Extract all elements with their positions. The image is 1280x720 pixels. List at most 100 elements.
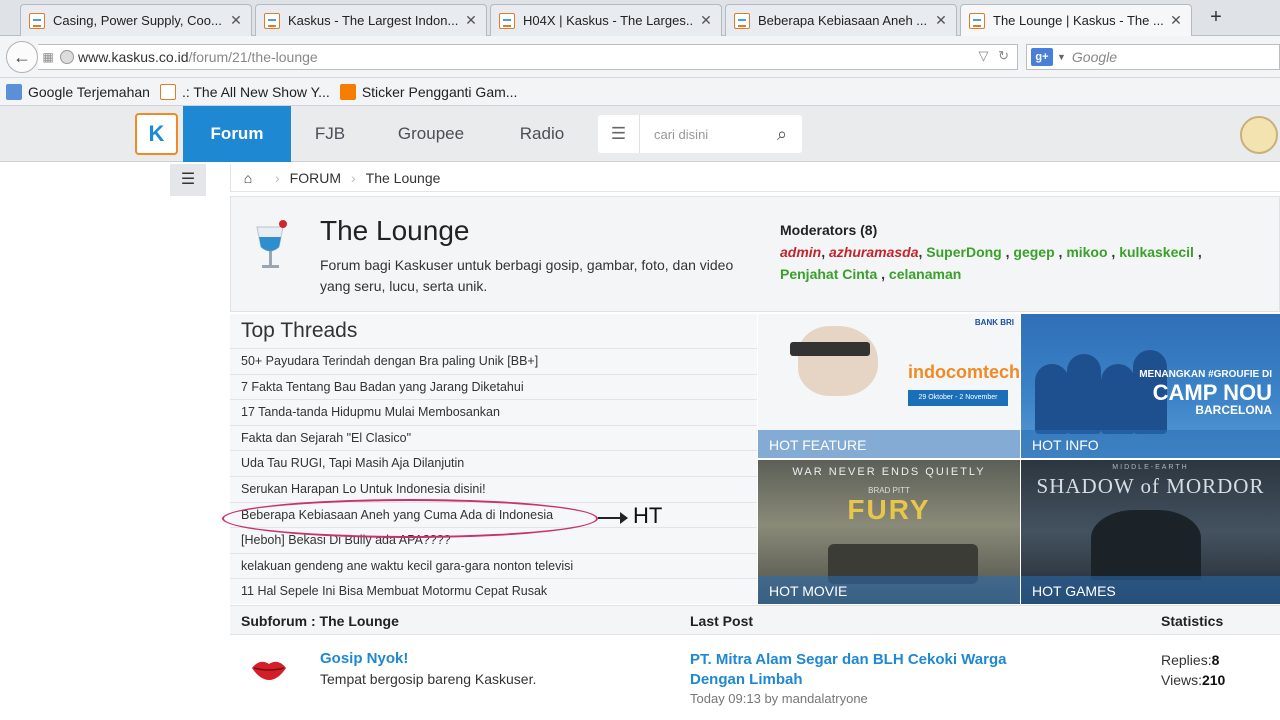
tab-title: The Lounge | Kaskus - The ...	[993, 13, 1163, 28]
dropdown-arrow-icon[interactable]: ▽	[978, 48, 988, 63]
subforum-link[interactable]: Gosip Nyok!	[320, 650, 408, 667]
top-threads: Top Threads 50+ Payudara Terindah dengan…	[230, 314, 757, 604]
browser-tab[interactable]: Kaskus - The Largest Indon... ✕	[255, 4, 487, 36]
promo-hot-feature[interactable]: BANK BRI indocomtech 29 Oktober - 2 Nove…	[758, 314, 1020, 458]
thread-link[interactable]: 7 Fakta Tentang Bau Badan yang Jarang Di…	[230, 373, 757, 400]
close-icon[interactable]: ✕	[229, 12, 243, 29]
forum-description: Forum bagi Kaskuser untuk berbagi gosip,…	[320, 257, 734, 294]
breadcrumb: ⌂ › FORUM › The Lounge	[230, 164, 1280, 192]
thread-link[interactable]: Fakta dan Sejarah "El Clasico"	[230, 424, 757, 451]
engine-dropdown-icon[interactable]: ▼	[1057, 52, 1066, 62]
close-icon[interactable]: ✕	[934, 12, 948, 29]
kaskus-logo[interactable]: K	[135, 113, 178, 155]
promo-caption: HOT INFO	[1021, 430, 1280, 458]
forum-info: The Lounge Forum bagi Kaskuser untuk ber…	[230, 196, 1280, 312]
close-icon[interactable]: ✕	[464, 12, 478, 29]
site-search-input[interactable]: cari disini	[640, 127, 762, 142]
tab-title: Kaskus - The Largest Indon...	[288, 13, 458, 28]
blogger-icon	[339, 83, 356, 100]
promo-sub: MIDDLE-EARTH	[1112, 464, 1189, 471]
thread-link[interactable]: kelakuan gendeng ane waktu kecil gara-ga…	[230, 552, 757, 579]
new-tab-button[interactable]: +	[1205, 6, 1227, 28]
nav-radio[interactable]: Radio	[510, 106, 574, 162]
table-row: Gosip Nyok! Tempat bergosip bareng Kasku…	[230, 636, 1280, 720]
thread-link[interactable]: 17 Tanda-tanda Hidupmu Mulai Membosankan	[230, 399, 757, 425]
column-last-post: Last Post	[690, 613, 754, 629]
address-bar[interactable]: ▦ www.kaskus.co.id /forum/21/the-lounge …	[38, 44, 1018, 70]
browser-search-box[interactable]: g+ ▼ Google	[1026, 44, 1280, 70]
warrior-figure	[1091, 510, 1201, 580]
moderator-link[interactable]: gegep	[1013, 244, 1054, 260]
breadcrumb-current: The Lounge	[365, 169, 441, 186]
nav-forum[interactable]: Forum	[183, 106, 291, 162]
tab-title: Beberapa Kebiasaan Aneh ...	[758, 13, 928, 28]
moderators-heading: Moderators (8)	[780, 222, 878, 238]
search-icon[interactable]: ⌕	[762, 124, 802, 145]
promo-caption: HOT MOVIE	[758, 576, 1020, 604]
moderator-link[interactable]: azhuramasda	[829, 244, 918, 260]
browser-tab[interactable]: Beberapa Kebiasaan Aneh ... ✕	[725, 4, 957, 36]
bookmark-label: .: The All New Show Y...	[181, 83, 330, 100]
promo-hot-movie[interactable]: WAR NEVER ENDS QUIETLY BRAD PITT FURY HO…	[758, 460, 1020, 604]
last-post-meta: Today 09:13 by mandalatryone	[690, 691, 868, 706]
reload-icon[interactable]: ↻	[998, 48, 1009, 63]
nav-groupee[interactable]: Groupee	[388, 106, 474, 162]
bookmark-sticker[interactable]: Sticker Pengganti Gam...	[339, 83, 517, 100]
drink-glass-icon	[256, 220, 287, 268]
kaskus-favicon-icon	[29, 12, 45, 29]
breadcrumb-forum[interactable]: FORUM	[290, 170, 341, 186]
moderator-link[interactable]: SuperDong	[926, 244, 1001, 260]
browser-tab[interactable]: Casing, Power Supply, Coo... ✕	[20, 4, 252, 36]
moderator-link[interactable]: admin	[780, 244, 821, 260]
promo-hot-info[interactable]: MENANGKAN #GROUFIE DI CAMP NOU BARCELONA…	[1021, 314, 1280, 458]
grid-icon: ▦	[42, 50, 54, 64]
browser-tab[interactable]: H04X | Kaskus - The Larges... ✕	[490, 4, 722, 36]
column-subforum: Subforum : The Lounge	[241, 613, 399, 629]
translate-icon	[6, 83, 22, 100]
identity-icons: ▦	[38, 50, 78, 64]
avatar[interactable]	[1240, 116, 1278, 154]
promo-sub: WAR NEVER ENDS QUIETLY	[792, 466, 986, 478]
browser-tab-bar: Casing, Power Supply, Coo... ✕ Kaskus - …	[0, 0, 1280, 36]
close-icon[interactable]: ✕	[1169, 12, 1183, 29]
kaskus-favicon-icon	[499, 12, 515, 29]
promo-headline: FURY	[847, 494, 931, 525]
bookmark-google-terjemahan[interactable]: Google Terjemahan	[6, 83, 150, 100]
back-button[interactable]: ←	[6, 41, 38, 73]
thread-link[interactable]: Uda Tau RUGI, Tapi Masih Aja Dilanjutin	[230, 450, 757, 476]
subforum-statistics: Replies:8 Views:210	[1161, 650, 1225, 690]
thread-link[interactable]: 50+ Payudara Terindah dengan Bra paling …	[230, 348, 757, 374]
browser-tab-active[interactable]: The Lounge | Kaskus - The ... ✕	[960, 4, 1192, 36]
bookmark-label: Google Terjemahan	[28, 83, 150, 100]
site-header: K Forum FJB Groupee Radio ☰ cari disini …	[0, 106, 1280, 162]
moderator-link[interactable]: celanaman	[889, 266, 961, 282]
thread-link[interactable]: 11 Hal Sepele Ini Bisa Membuat Motormu C…	[230, 578, 757, 604]
nav-fjb[interactable]: FJB	[300, 106, 360, 162]
promo-image	[798, 326, 878, 396]
last-post-link[interactable]: PT. Mitra Alam Segar dan BLH Cekoki Warg…	[690, 650, 1030, 690]
promo-extra: 29 Oktober - 2 November	[908, 390, 1008, 406]
bookmark-all-new-show[interactable]: .: The All New Show Y...	[159, 83, 330, 100]
url-host: www.kaskus.co.id	[78, 49, 189, 65]
promo-hot-games[interactable]: MIDDLE-EARTH SHADOW of MORDOR HOT GAMES	[1021, 460, 1280, 604]
kaskus-favicon-icon	[264, 12, 280, 29]
close-icon[interactable]: ✕	[699, 12, 713, 29]
sidebar-toggle-icon[interactable]: ☰	[170, 164, 206, 196]
google-icon[interactable]: g+	[1031, 48, 1053, 66]
moderator-link[interactable]: mikoo	[1066, 244, 1107, 260]
thread-link[interactable]: Serukan Harapan Lo Untuk Indonesia disin…	[230, 476, 757, 502]
category-menu-icon[interactable]: ☰	[598, 115, 640, 153]
url-actions: ▽ ↻	[978, 48, 1009, 64]
search-placeholder: Google	[1071, 49, 1118, 65]
player-figure	[1067, 354, 1101, 434]
moderator-link[interactable]: Penjahat Cinta	[780, 266, 877, 282]
promo-sub: BANK BRI	[974, 318, 1014, 327]
home-icon[interactable]: ⌂	[231, 170, 265, 186]
moderator-link[interactable]: kulkaskecil	[1119, 244, 1194, 260]
breadcrumb-separator: ›	[275, 169, 280, 186]
page-title: The Lounge	[320, 215, 470, 246]
annotation-arrow	[598, 512, 628, 524]
promo-sub: CAMP NOU	[1152, 379, 1272, 405]
kaskus-favicon-icon	[734, 12, 750, 29]
views-label: Views:	[1161, 672, 1202, 688]
